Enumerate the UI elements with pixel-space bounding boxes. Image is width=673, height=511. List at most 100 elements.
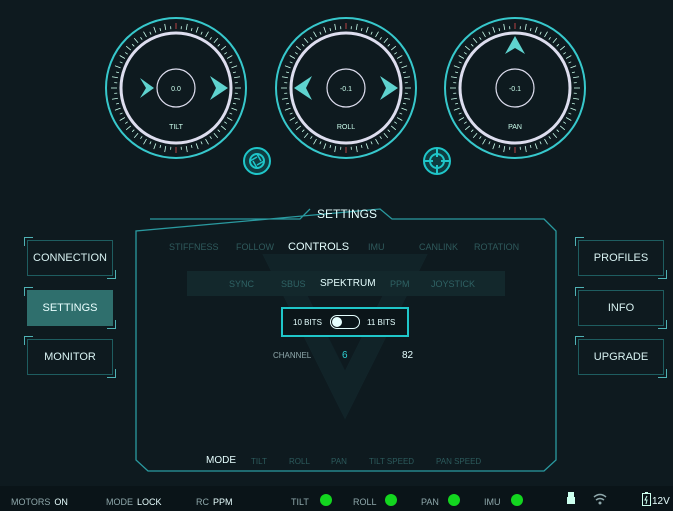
pan-status-dot xyxy=(448,494,460,506)
dial-tick xyxy=(482,31,486,38)
dial-tick xyxy=(294,52,298,55)
dial-tick xyxy=(185,146,188,153)
pan-label: PAN xyxy=(508,124,522,131)
dial-tick xyxy=(524,146,527,153)
dial-tick xyxy=(458,112,462,115)
dial-tick xyxy=(185,23,188,30)
dial-tick xyxy=(563,121,567,124)
dial-tick xyxy=(479,36,482,40)
tilt-status-dot xyxy=(320,494,332,506)
dial-tick xyxy=(464,45,471,51)
dial-tick xyxy=(463,52,467,55)
nav-monitor-button[interactable]: MONITOR xyxy=(24,336,116,378)
dial-tick xyxy=(200,31,203,35)
dial-tick xyxy=(463,121,467,124)
dial-tick xyxy=(226,117,233,121)
dial-tick xyxy=(119,112,123,115)
dial-tick xyxy=(153,26,157,33)
tab-rotation[interactable]: ROTATION xyxy=(474,242,519,252)
tab-stiffness[interactable]: STIFFNESS xyxy=(169,242,219,252)
subtab-ppm[interactable]: PPM xyxy=(390,279,410,289)
dial-tick xyxy=(295,125,302,131)
tab-imu[interactable]: IMU xyxy=(368,242,385,252)
tab-canlink[interactable]: CANLINK xyxy=(419,242,458,252)
dial-tick xyxy=(289,112,293,115)
dial-tick xyxy=(334,23,337,30)
dial-tick xyxy=(401,107,408,111)
dial-tick xyxy=(455,102,459,105)
status-roll-label: ROLL xyxy=(353,497,377,507)
dial-tick xyxy=(209,36,212,40)
roll-status-dot xyxy=(385,494,397,506)
dial-tick xyxy=(294,121,298,124)
tab-follow[interactable]: FOLLOW xyxy=(236,242,274,252)
dial-tick xyxy=(220,45,227,51)
bottom-tab-pan-speed[interactable]: PAN SPEED xyxy=(436,457,481,466)
dial-tick xyxy=(286,71,290,74)
subtab-sync[interactable]: SYNC xyxy=(229,279,254,289)
dial-tick xyxy=(195,143,199,150)
dial-tick xyxy=(224,121,228,124)
nav-upgrade-button[interactable]: UPGRADE xyxy=(575,336,667,378)
dial-tick xyxy=(396,55,403,59)
dial-tick xyxy=(231,107,238,111)
dial-tick xyxy=(125,125,132,131)
dial-tick xyxy=(503,23,506,30)
dial-tick xyxy=(205,31,209,38)
channel-number[interactable]: 6 xyxy=(342,350,348,361)
subtab-joystick[interactable]: JOYSTICK xyxy=(431,279,475,289)
dial-tick xyxy=(387,43,391,47)
dial-tick xyxy=(559,45,566,51)
nav-connection-button[interactable]: CONNECTION xyxy=(24,237,116,279)
nav-settings-button[interactable]: SETTINGS xyxy=(24,287,116,329)
dial-tick xyxy=(401,65,408,69)
dial-tick xyxy=(453,65,460,69)
dial-tick xyxy=(571,102,575,105)
channel-label: CHANNEL xyxy=(273,351,312,360)
crosshair-icon[interactable] xyxy=(422,146,452,176)
dial-tick xyxy=(159,28,162,32)
dial-tick xyxy=(488,31,491,35)
dial-tick xyxy=(492,143,496,150)
bottom-tab-tilt-speed[interactable]: TILT SPEED xyxy=(369,457,414,466)
dial-tick xyxy=(383,37,389,44)
dial-tick xyxy=(570,107,577,111)
dial-tick xyxy=(548,36,551,40)
dial-tick xyxy=(232,71,236,74)
battery-icon xyxy=(642,492,651,506)
bottom-tab-tilt[interactable]: TILT xyxy=(251,457,267,466)
dial-tick xyxy=(396,117,403,121)
dial-tick xyxy=(231,65,238,69)
aperture-icon[interactable] xyxy=(242,146,272,176)
dial-tick xyxy=(399,61,403,64)
tilt-dial: 0.0 TILT xyxy=(105,17,247,159)
gimbal-dials: 0.0 TILT -0.1 ROLL -0.1 PAN xyxy=(105,17,586,159)
bottom-tab-roll[interactable]: ROLL xyxy=(289,457,310,466)
dial-tick xyxy=(472,37,478,44)
dial-tick xyxy=(133,132,139,139)
dial-tick xyxy=(226,55,233,59)
nav-profiles-button[interactable]: PROFILES xyxy=(575,237,667,279)
dial-tick xyxy=(552,132,558,139)
dial-tick xyxy=(329,144,332,148)
dial-tick xyxy=(450,76,457,79)
usb-icon xyxy=(567,492,575,504)
dial-tick xyxy=(310,136,313,140)
dial-tick xyxy=(124,52,128,55)
bottom-tab-pan[interactable]: PAN xyxy=(331,457,347,466)
dial-tick xyxy=(404,76,411,79)
subtab-spektrum[interactable]: SPEKTRUM xyxy=(320,278,376,289)
dial-tick xyxy=(153,143,157,150)
subtab-sbus[interactable]: SBUS xyxy=(281,279,306,289)
dial-tick xyxy=(568,61,572,64)
bits-toggle-switch[interactable] xyxy=(330,315,360,329)
dial-tick xyxy=(213,37,219,44)
status-tilt-label: TILT xyxy=(291,497,309,507)
nav-info-button[interactable]: INFO xyxy=(575,287,667,329)
dial-tick xyxy=(149,141,152,145)
dial-tick xyxy=(323,26,327,33)
dial-tick xyxy=(464,125,471,131)
bottom-tab-mode[interactable]: MODE xyxy=(206,455,236,466)
dial-tick xyxy=(548,136,551,140)
tab-controls[interactable]: CONTROLS xyxy=(288,241,349,253)
